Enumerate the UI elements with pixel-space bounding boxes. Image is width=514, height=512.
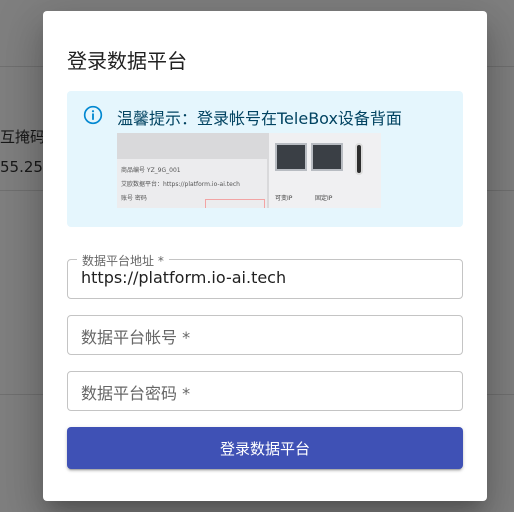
usb-slot-icon	[355, 143, 363, 175]
device-label-line: 账号 密码	[121, 195, 147, 202]
port-label: 固定IP	[315, 195, 333, 202]
info-alert: 温馨提示：登录帐号在TeleBox设备背面 商品编号 YZ_9G_001 艾欧数…	[67, 91, 463, 227]
device-back-image: 商品编号 YZ_9G_001 艾欧数据平台：https://platform.i…	[117, 133, 381, 208]
credentials-highlight	[205, 199, 265, 208]
platform-password-input[interactable]: 数据平台密码 *	[81, 380, 190, 404]
info-icon	[83, 105, 103, 125]
platform-address-input[interactable]: https://platform.io-ai.tech	[81, 268, 286, 287]
port-label: 可变IP	[275, 195, 293, 202]
device-port-panel: 可变IP 固定IP	[269, 133, 381, 208]
ethernet-port-icon	[311, 143, 343, 171]
device-label-sticker: 商品编号 YZ_9G_001 艾欧数据平台：https://platform.i…	[117, 159, 267, 208]
platform-address-field[interactable]: 数据平台地址 * https://platform.io-ai.tech	[67, 252, 463, 299]
platform-account-field[interactable]: 数据平台帐号 *	[67, 315, 463, 355]
dialog-title: 登录数据平台	[67, 49, 187, 73]
ethernet-port-icon	[275, 143, 307, 171]
login-button[interactable]: 登录数据平台	[67, 427, 463, 469]
platform-address-label: 数据平台地址 *	[77, 252, 169, 269]
login-dialog: 登录数据平台 温馨提示：登录帐号在TeleBox设备背面 商品编号 YZ_9G_…	[43, 11, 487, 501]
info-text: 温馨提示：登录帐号在TeleBox设备背面	[117, 109, 402, 128]
platform-account-input[interactable]: 数据平台帐号 *	[81, 324, 190, 348]
device-label-line: 商品编号 YZ_9G_001	[121, 167, 181, 174]
device-label-line: 艾欧数据平台：https://platform.io-ai.tech	[121, 181, 240, 188]
platform-password-field[interactable]: 数据平台密码 *	[67, 371, 463, 411]
